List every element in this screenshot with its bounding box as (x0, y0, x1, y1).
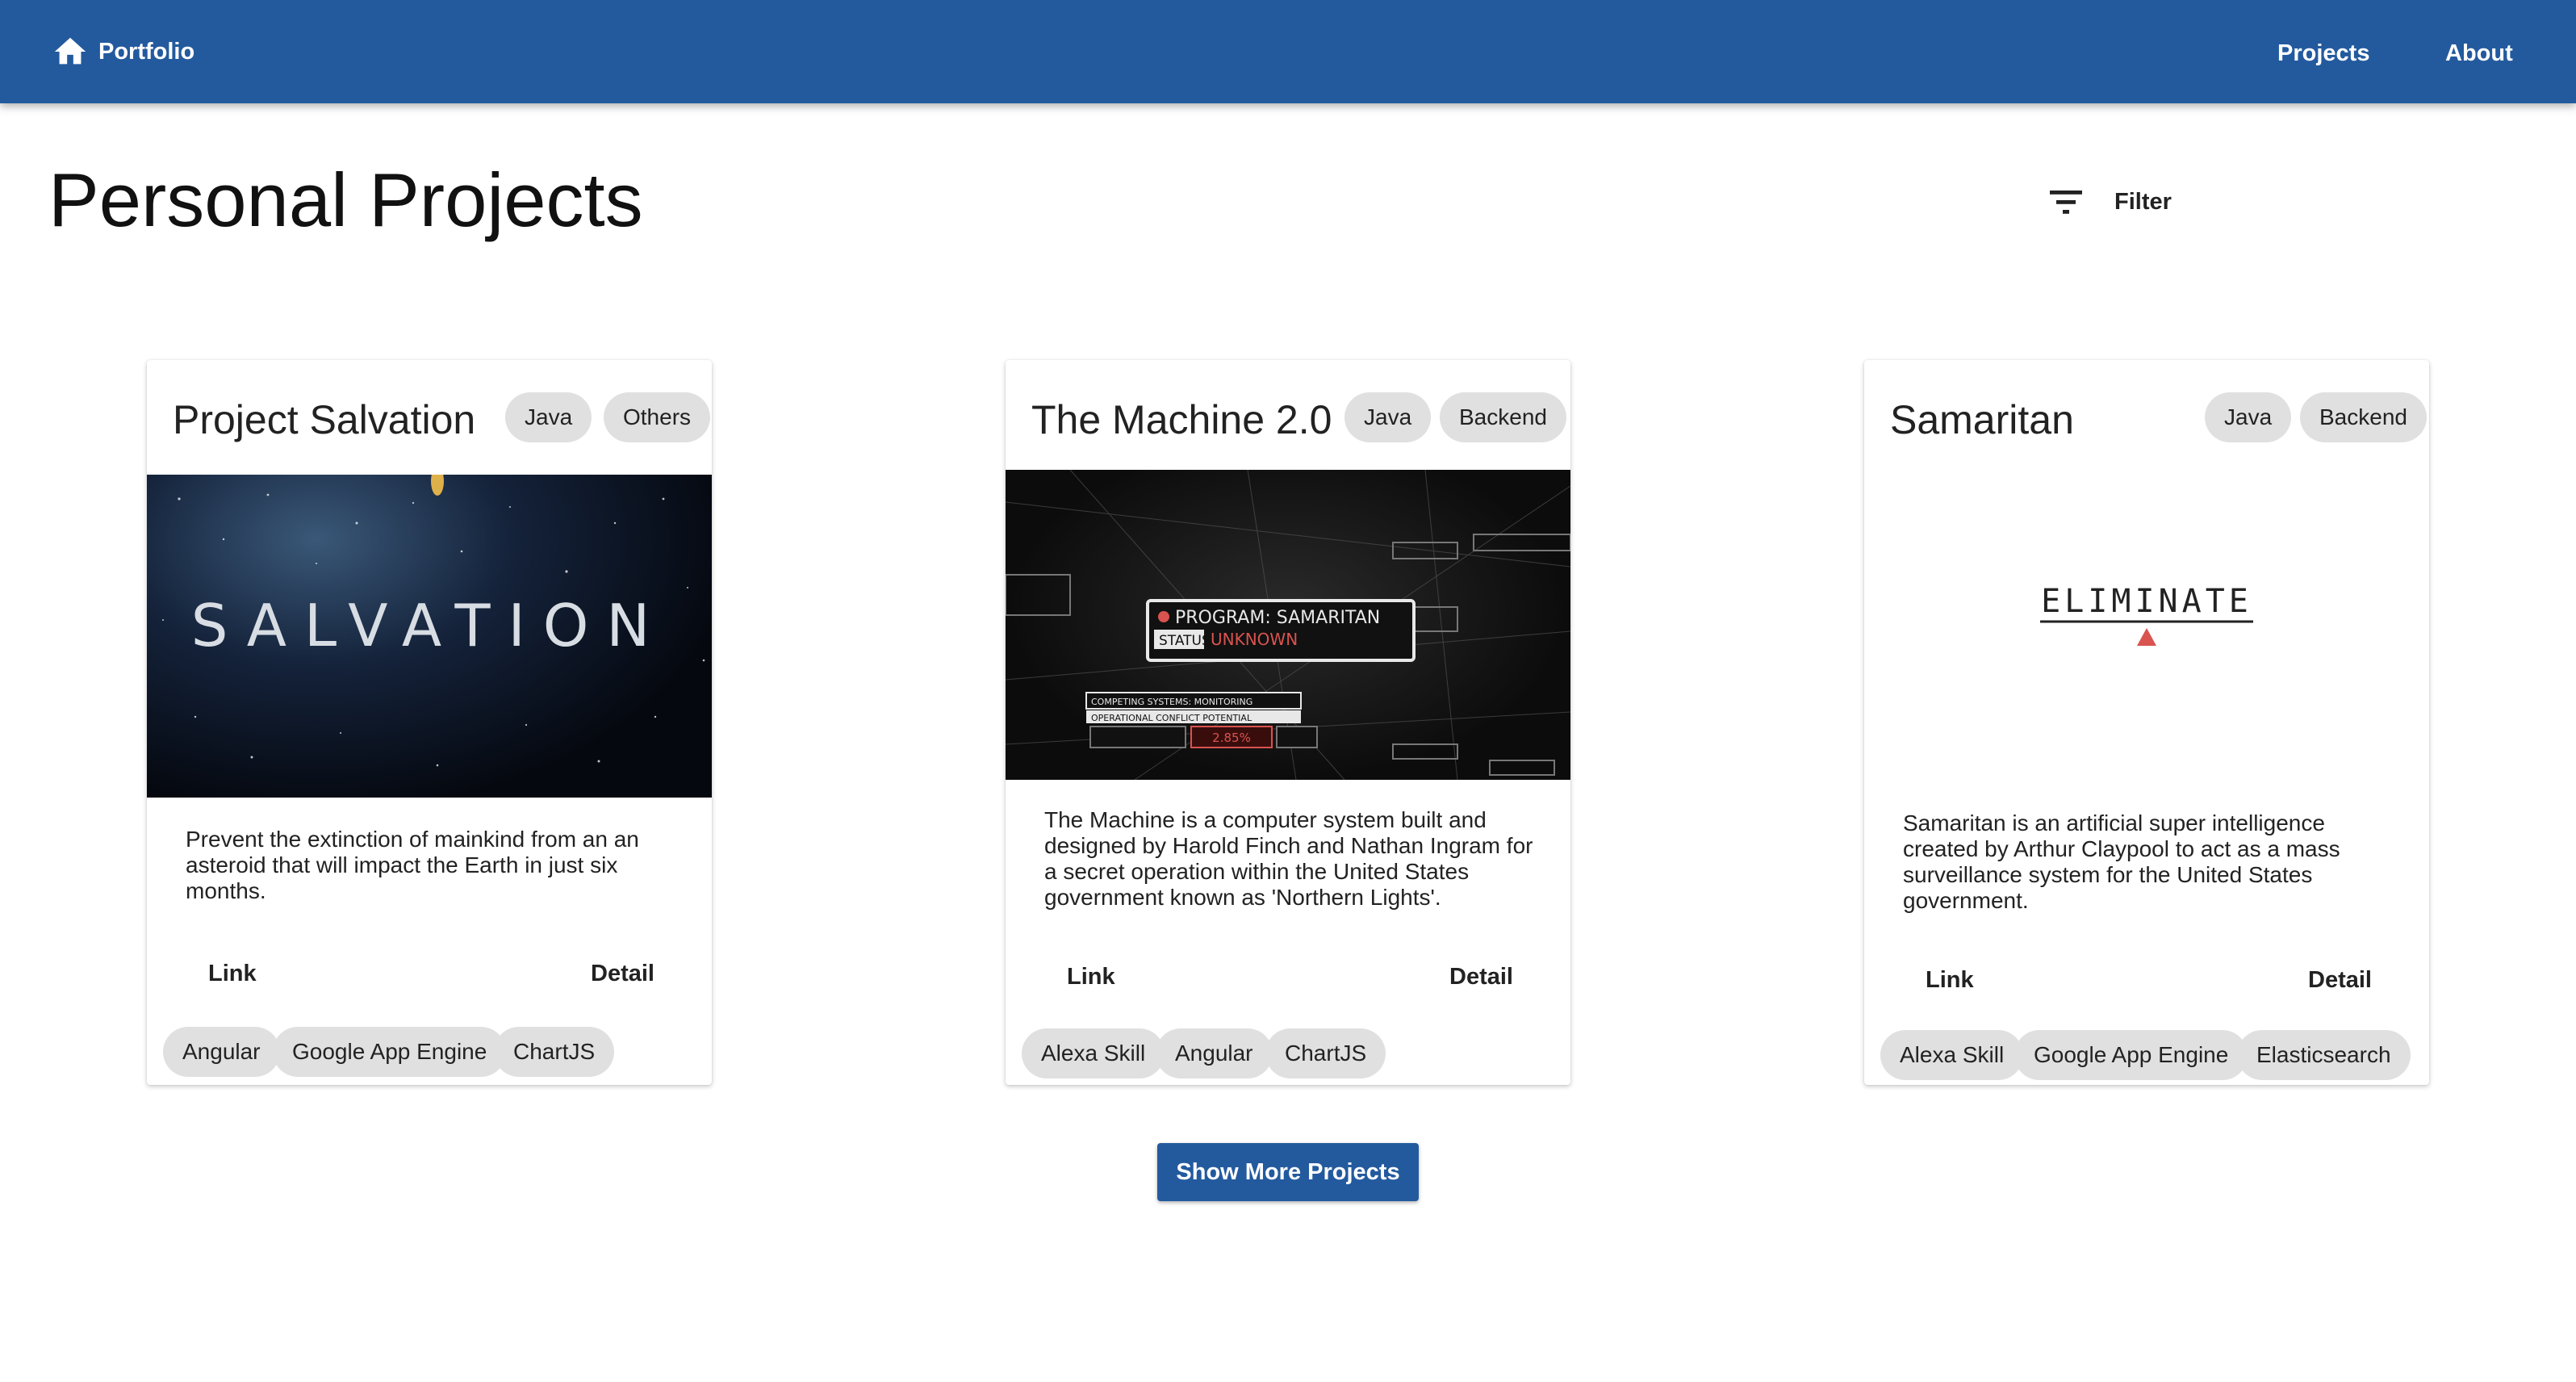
salvation-image-text: SALVATION (191, 592, 668, 660)
samaritan-image-text: ELIMINATE (2041, 583, 2252, 620)
detail-button[interactable]: Detail (591, 949, 654, 998)
home-link[interactable]: Portfolio (52, 27, 194, 76)
card-description: Prevent the extinction of mainkind from … (186, 827, 639, 903)
show-more-projects-button[interactable]: Show More Projects (1157, 1143, 1419, 1201)
category-chip: Backend (1440, 392, 1566, 442)
tech-tag-chip: Alexa Skill (1880, 1030, 2024, 1080)
card-description: The Machine is a computer system built a… (1044, 807, 1533, 910)
card-title: Samaritan (1890, 397, 2074, 442)
card-title: Project Salvation (173, 397, 476, 442)
project-image: ELIMINATE (1864, 475, 2429, 798)
project-card-the-machine: The Machine 2.0 Java Backend PROGRAM: SA… (1006, 360, 1570, 1085)
category-chip: Java (1344, 392, 1432, 442)
samaritan-artwork: ELIMINATE (2040, 583, 2253, 646)
category-chip: Backend (2300, 392, 2427, 442)
machine-artwork: PROGRAM: SAMARITAN STATUS: UNKNOWN COMPE… (1006, 470, 1570, 780)
link-button[interactable]: Link (208, 949, 257, 998)
link-button[interactable]: Link (1926, 956, 1974, 1004)
home-icon (54, 37, 86, 65)
link-button[interactable]: Link (1067, 953, 1115, 1001)
card-title: The Machine 2.0 (1031, 397, 1332, 442)
tech-tag-chip: Google App Engine (273, 1027, 507, 1077)
category-chip: Java (2205, 392, 2292, 442)
machine-program-text: PROGRAM: SAMARITAN (1175, 608, 1380, 628)
machine-status-value: UNKNOWN (1211, 630, 1298, 649)
tech-tag-chip: Google App Engine (2014, 1030, 2248, 1080)
tech-tag-chip: Angular (1156, 1028, 1273, 1078)
app-bar: Portfolio Projects About (0, 0, 2576, 103)
machine-percent-text: 2.85% (1212, 731, 1251, 745)
page-title: Personal Projects (48, 157, 643, 242)
machine-status-label: STATUS: (1159, 633, 1215, 649)
project-image: PROGRAM: SAMARITAN STATUS: UNKNOWN COMPE… (1006, 470, 1570, 780)
machine-competing-text: COMPETING SYSTEMS: MONITORING (1091, 697, 1252, 707)
filter-icon[interactable] (2047, 186, 2085, 218)
project-card-salvation: Project Salvation Java Others SALVATION … (147, 360, 712, 1085)
category-chip: Java (505, 392, 592, 442)
project-card-samaritan: Samaritan Java Backend ELIMINATE Samarit… (1864, 360, 2429, 1085)
detail-button[interactable]: Detail (1449, 953, 1513, 1001)
tech-tag-chip: ChartJS (494, 1027, 615, 1077)
tech-tag-chip: Elasticsearch (2237, 1030, 2411, 1080)
tech-tag-chip: Alexa Skill (1022, 1028, 1165, 1078)
project-image: SALVATION (147, 475, 712, 798)
category-chip: Others (604, 392, 711, 442)
detail-button[interactable]: Detail (2308, 956, 2372, 1004)
tech-tag-chip: ChartJS (1265, 1028, 1386, 1078)
home-label: Portfolio (98, 38, 195, 65)
tech-tag-chip: Angular (163, 1027, 280, 1077)
filter-button[interactable]: Filter (2114, 184, 2172, 220)
nav-projects-button[interactable]: Projects (2277, 27, 2369, 79)
card-description: Samaritan is an artificial super intelli… (1903, 810, 2340, 913)
nav-about-button[interactable]: About (2445, 27, 2513, 79)
machine-threat-text: OPERATIONAL CONFLICT POTENTIAL (1091, 713, 1252, 723)
salvation-artwork: SALVATION (162, 475, 705, 767)
